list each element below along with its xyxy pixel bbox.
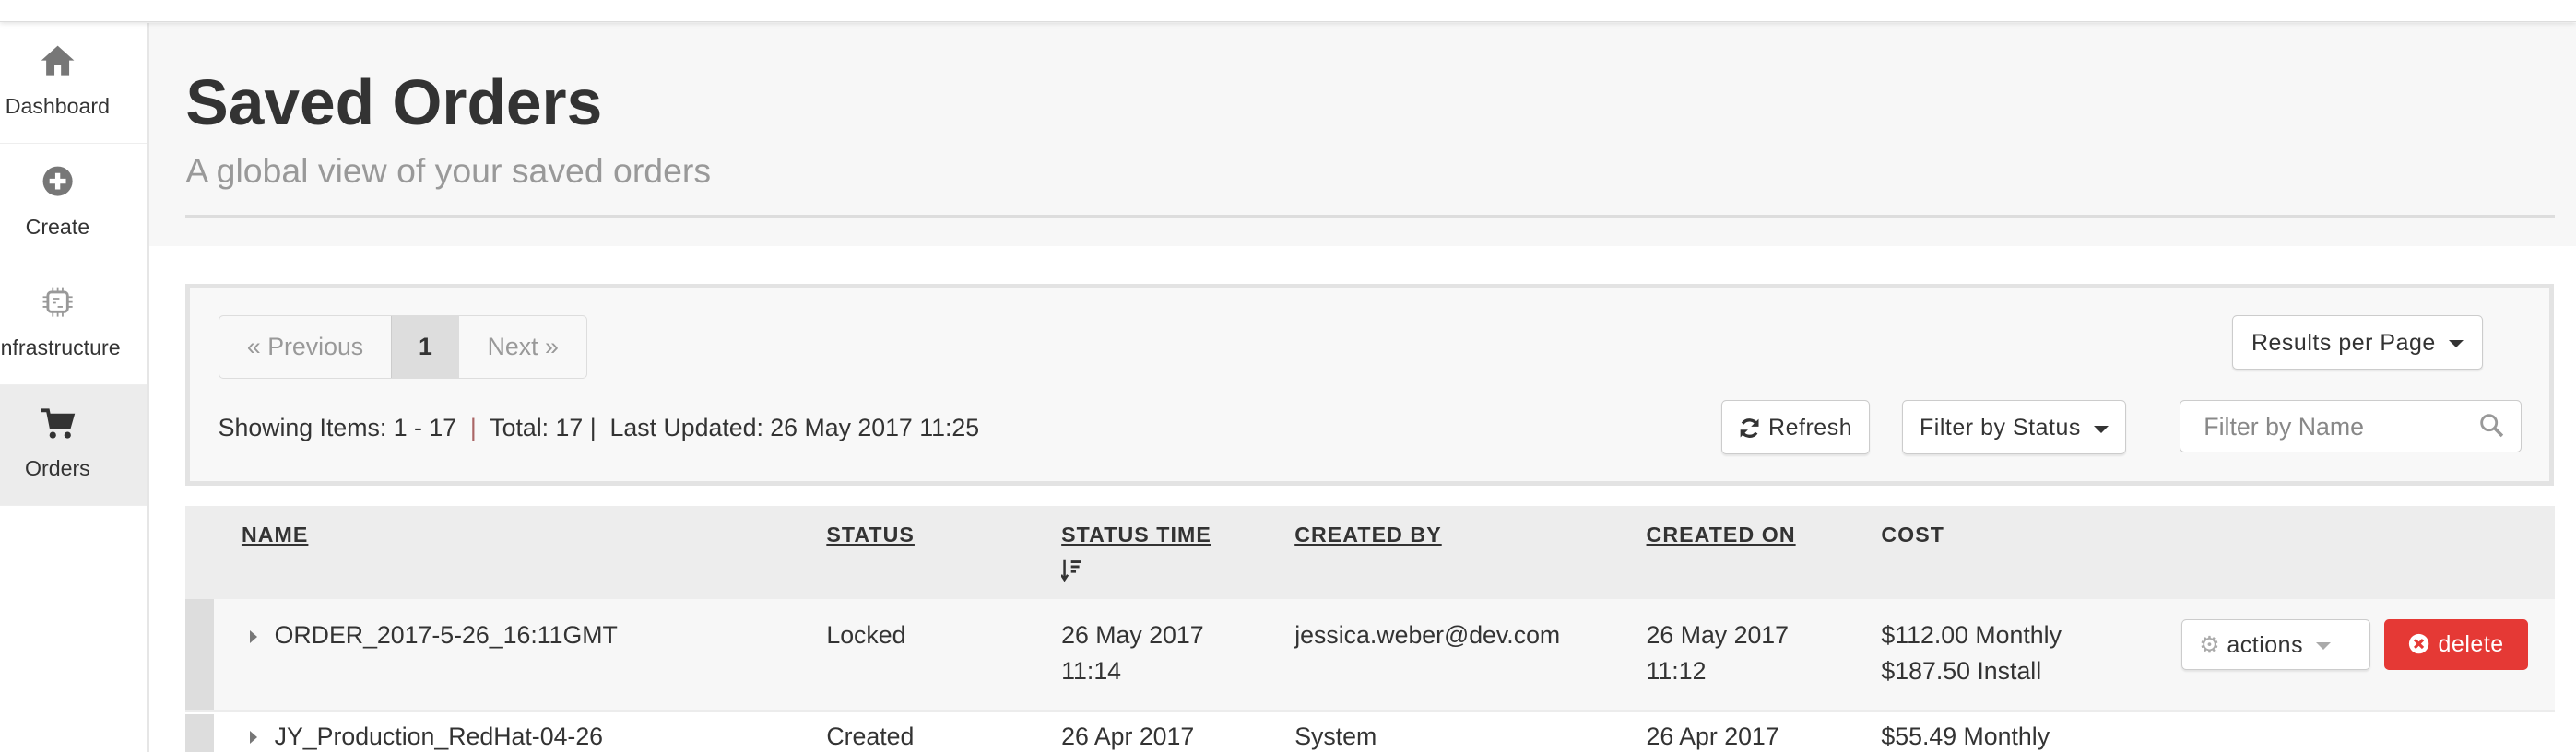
cost-monthly: $112.00 Monthly: [1881, 621, 2062, 650]
results-per-page-label: Results per Page: [2251, 329, 2436, 356]
filter-by-name-field[interactable]: [2180, 400, 2522, 453]
column-header-created-by[interactable]: CREATED BY: [1294, 523, 1442, 547]
row-gutter: [185, 714, 214, 752]
controls-panel: « Previous 1 Next » Showing Items: 1 - 1…: [185, 284, 2555, 486]
top-bar: [0, 0, 2576, 23]
refresh-label: Refresh: [1768, 415, 1853, 441]
page-subtitle: A global view of your saved orders: [185, 150, 712, 190]
page-title: Saved Orders: [185, 66, 603, 139]
table-row[interactable]: ORDER_2017-5-26_16:11GMT Locked 26 May 2…: [185, 599, 2555, 712]
results-per-page-dropdown[interactable]: Results per Page: [2232, 314, 2483, 370]
column-header-name[interactable]: NAME: [242, 523, 308, 547]
results-summary: Showing Items: 1 - 17 | Total: 17 | Last…: [219, 414, 979, 442]
sidebar-item-dashboard[interactable]: Dashboard: [0, 23, 147, 145]
column-header-status-time[interactable]: STATUS TIME: [1061, 523, 1211, 547]
separator: |: [469, 413, 477, 441]
caret-down-icon: [2316, 642, 2332, 652]
chip-icon: [40, 284, 76, 320]
sidebar-item-infrastructure[interactable]: Infrastructure: [0, 264, 147, 386]
actions-label: actions: [2227, 631, 2304, 658]
sidebar-item-label: Dashboard: [5, 93, 111, 118]
filter-by-name-input[interactable]: [2200, 411, 2470, 443]
plus-circle-icon: [40, 163, 76, 199]
sidebar-item-create[interactable]: Create: [0, 144, 147, 265]
gear-icon: ⚙: [2199, 631, 2221, 658]
status-time: 26 May 2017 11:14: [1061, 617, 1203, 689]
divider: [185, 215, 2555, 218]
order-status: Locked: [826, 621, 906, 650]
column-header-created-on[interactable]: CREATED ON: [1647, 523, 1796, 547]
created-on-time: 11:12: [1646, 657, 1707, 686]
filter-status-label: Filter by Status: [1920, 415, 2081, 441]
refresh-icon: [1739, 405, 1760, 459]
sidebar-item-orders[interactable]: Orders: [0, 385, 147, 507]
actions-dropdown[interactable]: ⚙ actions: [2181, 618, 2371, 671]
cost-install: $187.50 Install: [1881, 657, 2042, 686]
status-time-date: 26 May 2017: [1061, 621, 1204, 650]
expand-row-icon[interactable]: [249, 730, 258, 744]
order-name: ORDER_2017-5-26_16:11GMT: [274, 621, 618, 650]
created-by: jessica.weber@dev.com: [1294, 621, 1561, 650]
table-header: NAME STATUS STATUS TIME CREATED BY CREAT…: [185, 505, 2555, 600]
cart-icon: [40, 405, 76, 441]
last-updated: Last Updated: 26 May 2017 11:25: [609, 413, 980, 441]
next-page-button[interactable]: Next »: [459, 316, 586, 379]
sidebar: Dashboard Create Infrastructure Orders: [0, 22, 149, 752]
total-count: Total: 17: [490, 413, 584, 441]
filter-by-status-dropdown[interactable]: Filter by Status: [1902, 400, 2126, 455]
previous-page-button[interactable]: « Previous: [219, 316, 392, 379]
status-time-time: 11:14: [1061, 657, 1122, 686]
created-on: 26 May 2017 11:12: [1647, 617, 1789, 689]
page-1-button[interactable]: 1: [391, 315, 460, 379]
cost: $112.00 Monthly $187.50 Install: [1881, 617, 2062, 689]
sidebar-item-label: Orders: [24, 455, 90, 480]
status-time: 26 Apr 2017: [1061, 723, 1195, 751]
cost: $55.49 Monthly: [1881, 723, 2050, 751]
search-icon[interactable]: [2479, 413, 2504, 445]
page-header: Saved Orders A global view of your saved…: [149, 22, 2576, 247]
caret-down-icon: [2094, 425, 2109, 434]
created-by: System: [1294, 723, 1377, 751]
expand-row-icon[interactable]: [249, 630, 258, 644]
column-header-cost: COST: [1881, 522, 1944, 546]
created-on: 26 Apr 2017: [1646, 723, 1779, 751]
sort-descending-icon[interactable]: [1060, 558, 1082, 589]
delete-button[interactable]: delete: [2383, 618, 2529, 673]
row-gutter: [185, 599, 214, 710]
caret-down-icon: [2449, 340, 2464, 349]
created-on-date: 26 May 2017: [1646, 621, 1790, 650]
table-row[interactable]: JY_Production_RedHat-04-26 Created 26 Ap…: [185, 714, 2555, 752]
order-name: JY_Production_RedHat-04-26: [274, 723, 604, 751]
sidebar-item-label: Create: [25, 214, 90, 239]
pagination: « Previous 1 Next »: [218, 314, 588, 380]
sidebar-item-label: Infrastructure: [0, 335, 121, 359]
refresh-button[interactable]: Refresh: [1721, 400, 1870, 455]
showing-items: Showing Items: 1 - 17: [218, 413, 457, 441]
delete-label: delete: [2438, 630, 2504, 657]
order-status: Created: [826, 723, 915, 751]
column-header-status[interactable]: STATUS: [826, 523, 915, 547]
home-icon: [40, 42, 76, 78]
separator: |: [589, 413, 597, 441]
remove-circle-icon: [2408, 622, 2429, 673]
